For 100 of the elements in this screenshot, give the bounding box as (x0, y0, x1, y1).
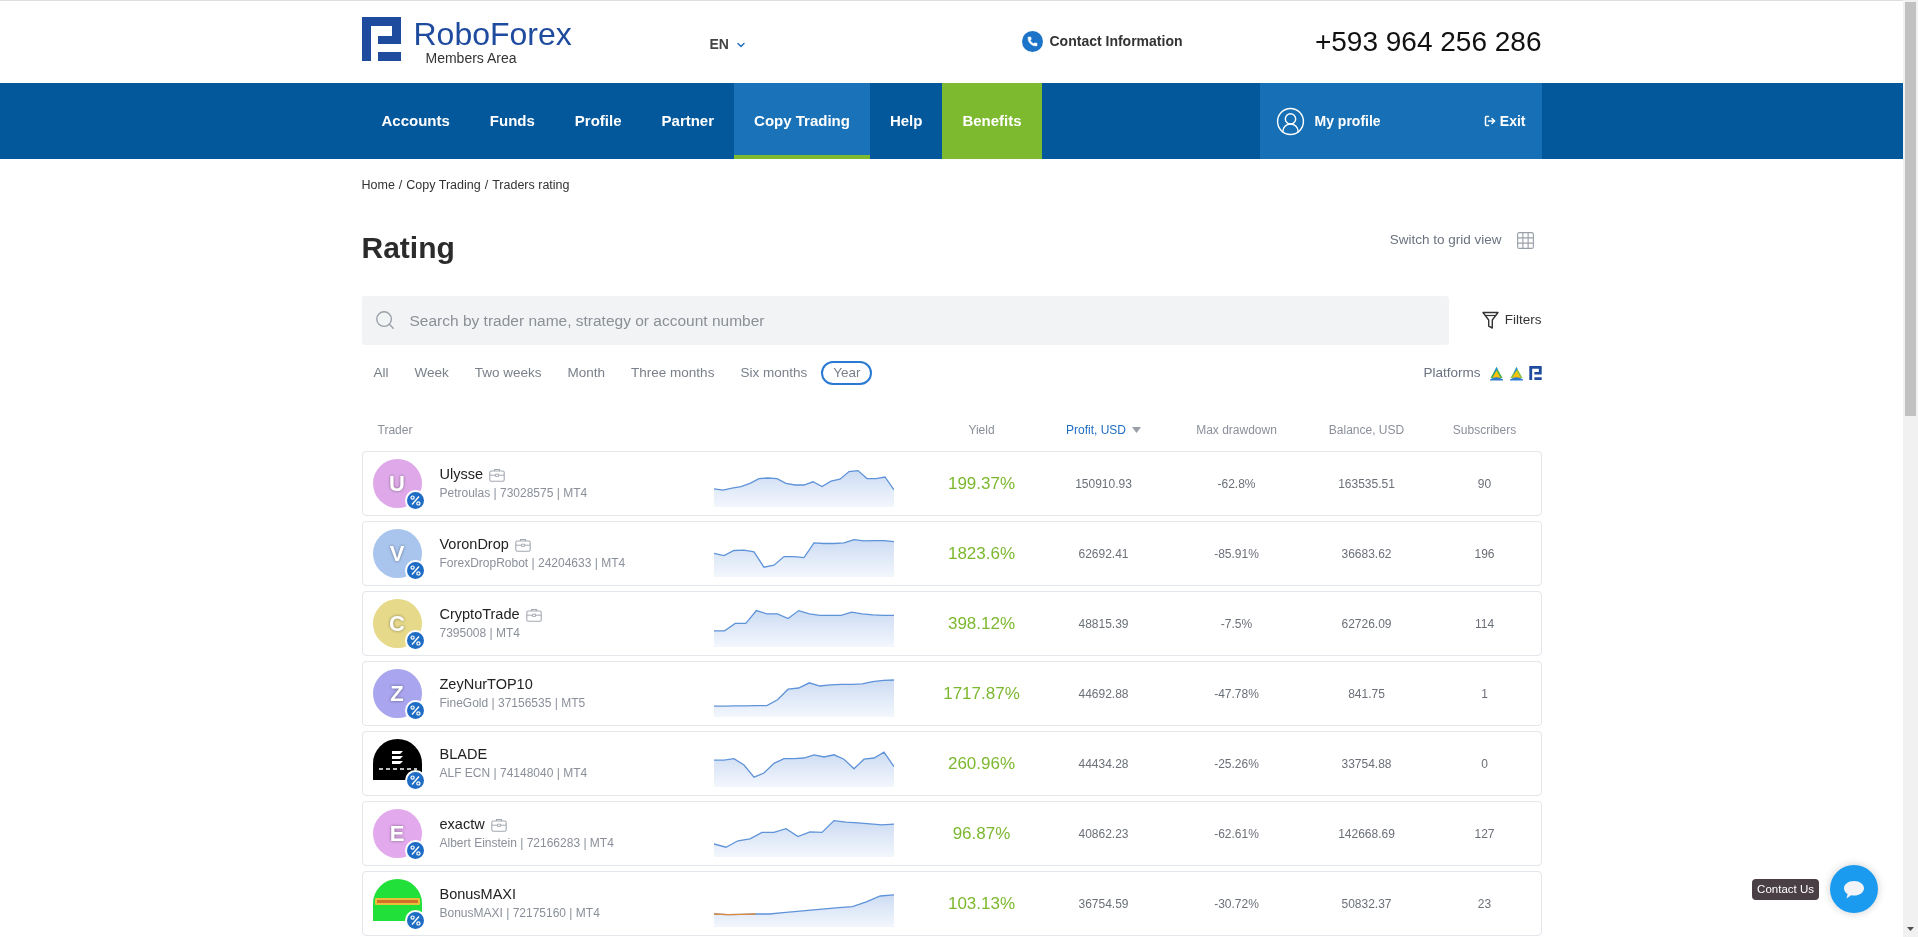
platform-logo-icon[interactable] (1488, 365, 1504, 381)
trader-details: ALF ECN | 74148040 | MT4 (439, 765, 588, 782)
profit-value: 150910.93 (1075, 475, 1132, 493)
breadcrumb-link[interactable]: Copy Trading (406, 177, 481, 193)
platform-logo-icon[interactable] (1508, 365, 1524, 381)
trader-name[interactable]: BonusMAXI (439, 885, 517, 904)
profit-value: 44434.28 (1078, 755, 1129, 773)
exit-button[interactable]: Exit (1483, 110, 1526, 132)
yield-value: 199.37% (947, 472, 1016, 495)
language-selector[interactable]: EN (709, 34, 747, 55)
grid-icon (1514, 230, 1536, 251)
balance-value: 36683.62 (1341, 545, 1392, 563)
subscriber-count: 196 (1474, 545, 1495, 563)
breadcrumb-current: Traders rating (492, 177, 570, 193)
user-icon (1274, 105, 1306, 137)
period-tab[interactable]: Week (402, 361, 461, 385)
page-title: Rating (361, 230, 455, 266)
column-header[interactable]: Profit, USD (1066, 421, 1141, 439)
subscriber-count: 23 (1477, 895, 1492, 913)
period-tab[interactable]: All (361, 361, 401, 385)
yield-value: 260.96% (947, 752, 1016, 775)
grid-view-toggle[interactable]: Switch to grid view (1389, 230, 1542, 251)
profit-value: 62692.41 (1078, 545, 1129, 563)
profit-value: 48815.39 (1078, 615, 1129, 633)
breadcrumb-separator: / (398, 177, 403, 193)
period-tab[interactable]: Six months (728, 361, 820, 385)
period-tab[interactable]: Month (555, 361, 618, 385)
trader-row[interactable]: C CryptoTrade 7395008 | MT4 398.12% 48815.39 -7.5% 62726.09 114 (361, 591, 1542, 656)
trader-name[interactable]: exactw (439, 815, 485, 834)
balance-value: 33754.88 (1341, 755, 1392, 773)
chat-button[interactable] (1830, 865, 1878, 913)
contact-us-tooltip: Contact Us (1752, 879, 1819, 900)
trader-name[interactable]: Ulysse (439, 465, 483, 484)
trader-row[interactable]: V VoronDrop ForexDropRobot | 24204633 | MT4 1823.6% 62692.41 -85.91% 36683.62 196 (361, 521, 1542, 586)
my-profile-link[interactable]: My profile (1274, 105, 1381, 137)
trader-name[interactable]: VoronDrop (439, 535, 509, 554)
search-icon (373, 309, 396, 331)
nav-tab[interactable]: Funds (469, 83, 555, 159)
period-tab[interactable]: Two weeks (462, 361, 554, 385)
percent-badge-icon (404, 840, 426, 861)
drawdown-value: -85.91% (1214, 545, 1259, 563)
nav-tab[interactable]: Profile (554, 83, 642, 159)
period-tab[interactable]: Three months (619, 361, 727, 385)
trader-row[interactable]: BonusMAXI BonusMAXI | 72175160 | MT4 103.13% 36754.59 -30.72% 50832.37 23 (361, 871, 1542, 936)
trader-name[interactable]: BLADE (439, 745, 488, 764)
trader-name[interactable]: CryptoTrade (439, 605, 520, 624)
trader-details: Albert Einstein | 72166283 | MT4 (439, 835, 614, 852)
profit-value: 40862.23 (1078, 825, 1129, 843)
filter-icon (1481, 311, 1499, 330)
period-tab[interactable]: Year (821, 361, 873, 385)
subscriber-count: 127 (1474, 825, 1495, 843)
percent-badge-icon (404, 700, 426, 721)
scroll-down-arrow-icon[interactable] (1907, 927, 1914, 931)
chat-bubble-icon (1843, 879, 1865, 899)
profit-value: 44692.88 (1078, 685, 1129, 703)
drawdown-value: -62.8% (1217, 475, 1256, 493)
balance-value: 62726.09 (1341, 615, 1392, 633)
nav-tab[interactable]: Help (869, 83, 943, 159)
trader-row[interactable]: E exactw Albert Einstein | 72166283 | MT4 96.87% 40862.23 -62.61% 142668.69 127 (361, 801, 1542, 866)
subscriber-count: 1 (1481, 685, 1488, 703)
subscriber-count: 114 (1474, 615, 1495, 633)
logo-subtitle: Members Area (425, 51, 518, 66)
logo-icon[interactable] (361, 17, 401, 61)
platforms-label: Platforms (1423, 363, 1481, 382)
percent-badge-icon (404, 770, 426, 791)
profit-value: 36754.59 (1078, 895, 1129, 913)
trader-details: ForexDropRobot | 24204633 | MT4 (439, 555, 626, 572)
nav-tab[interactable]: Accounts (361, 83, 470, 159)
yield-value: 96.87% (952, 822, 1011, 845)
subscriber-count: 90 (1477, 475, 1492, 493)
trader-details: FineGold | 37156535 | MT5 (439, 695, 586, 712)
percent-badge-icon (404, 910, 426, 931)
trader-details: BonusMAXI | 72175160 | MT4 (439, 905, 600, 922)
yield-value: 398.12% (947, 612, 1016, 635)
nav-tab[interactable]: Copy Trading (734, 83, 870, 159)
subscriber-count: 0 (1481, 755, 1488, 773)
search-field[interactable]: Search by trader name, strategy or account number (361, 296, 1449, 345)
trader-row[interactable]: BLADE ALF ECN | 74148040 | MT4 260.96% 44434.28 -25.26% 33754.88 0 (361, 731, 1542, 796)
trader-name[interactable]: ZeyNurTOP10 (439, 675, 533, 694)
drawdown-value: -62.61% (1214, 825, 1259, 843)
balance-value: 50832.37 (1341, 895, 1392, 913)
platform-logo-icon[interactable] (1528, 366, 1542, 380)
trader-row[interactable]: Z ZeyNurTOP10 FineGold | 37156535 | MT5 1717.87% 44692.88 -47.78% 841.75 1 (361, 661, 1542, 726)
exit-icon (1483, 115, 1496, 127)
scrollbar-thumb[interactable] (1905, 2, 1916, 416)
balance-value: 142668.69 (1338, 825, 1395, 843)
breadcrumb-link[interactable]: Home (361, 177, 395, 193)
trader-details: Petroulas | 73028575 | MT4 (439, 485, 588, 502)
phone-number: +593 964 256 286 (1314, 25, 1542, 59)
filters-button[interactable]: Filters (1481, 310, 1542, 331)
trader-row[interactable]: U Ulysse Petroulas | 73028575 | MT4 199.37% 150910.93 -62.8% 163535.51 90 (361, 451, 1542, 516)
balance-value: 841.75 (1348, 685, 1385, 703)
yield-value: 1717.87% (943, 682, 1020, 705)
breadcrumb-separator: / (484, 177, 489, 193)
contact-link[interactable]: Contact Information (1021, 31, 1183, 52)
sort-down-icon (1132, 427, 1141, 433)
trader-details: 7395008 | MT4 (439, 625, 521, 642)
logo-text[interactable]: RoboForex (413, 17, 572, 51)
yield-value: 1823.6% (947, 542, 1016, 565)
nav-tab[interactable]: Partner (641, 83, 735, 159)
